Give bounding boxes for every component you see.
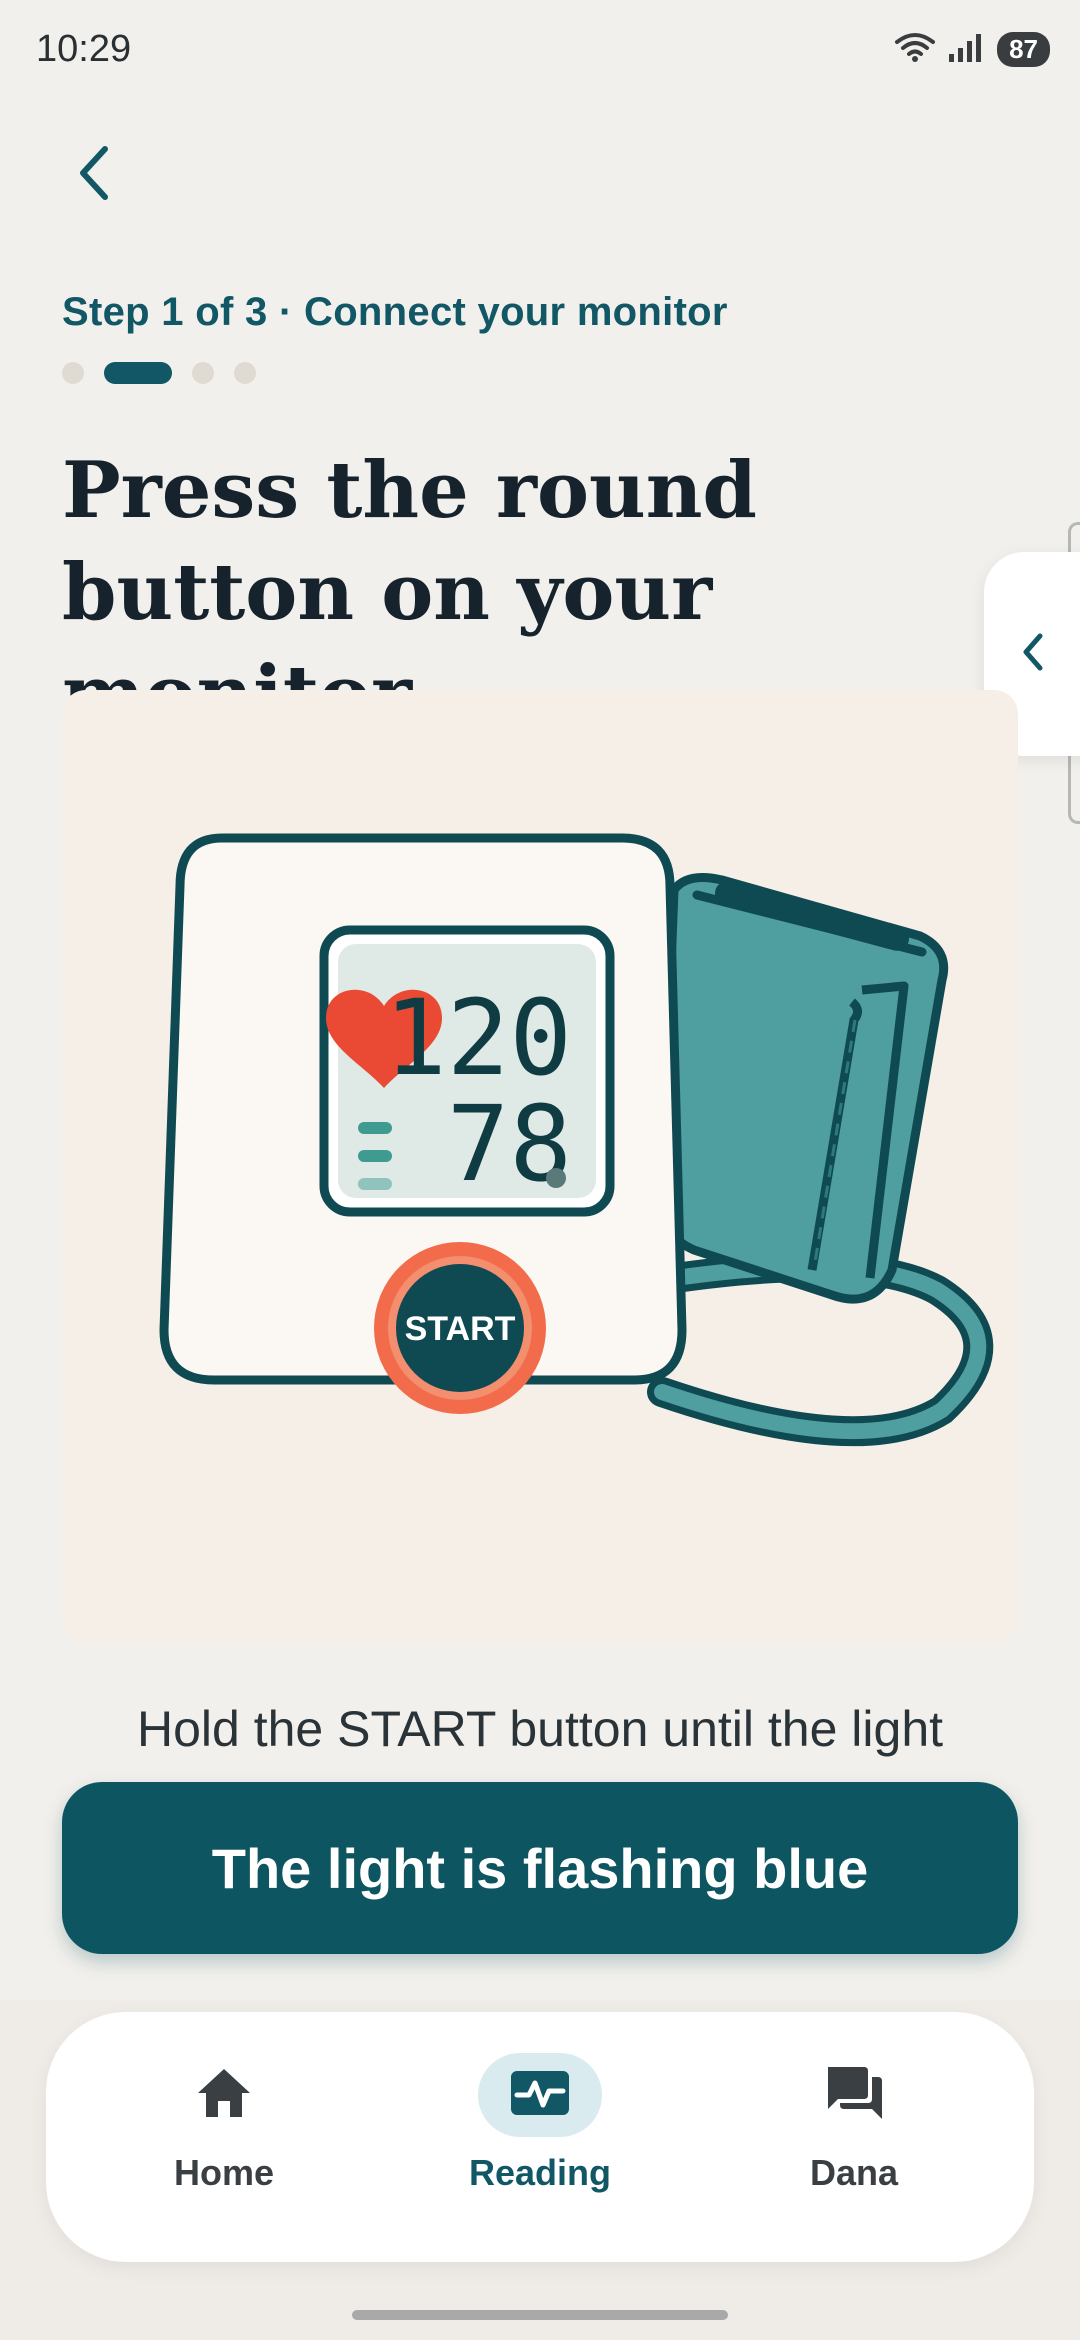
progress-dot [234, 362, 256, 384]
status-icons: 87 [893, 30, 1050, 68]
progress-dot [62, 362, 84, 384]
start-button-label: START [405, 1310, 516, 1348]
home-icon [194, 2065, 254, 2125]
progress-dot [192, 362, 214, 384]
chevron-left-icon [73, 143, 113, 207]
blood-pressure-monitor-illustration: 120 78 START [159, 833, 994, 1447]
back-button[interactable] [58, 140, 128, 210]
chevron-left-icon [1018, 630, 1048, 678]
status-bar: 10:29 87 [0, 0, 1080, 100]
bottom-navigation: Home Reading Dana [46, 2012, 1034, 2262]
progress-dot-active [104, 362, 172, 384]
nav-label-dana: Dana [809, 2152, 899, 2193]
nav-item-dana[interactable]: Dana [754, 2060, 954, 2194]
pulse-icon [509, 2069, 571, 2121]
battery-icon: 87 [997, 31, 1050, 67]
nav-item-reading[interactable]: Reading [440, 2053, 640, 2194]
signal-icon [947, 30, 987, 68]
step-label: Step 1 of 3 · Connect your monitor [62, 290, 728, 334]
instruction-text: Hold the START button until the light [136, 1701, 944, 1757]
nav-active-pill [478, 2053, 602, 2137]
light-flashing-blue-button[interactable]: The light is flashing blue [62, 1782, 1018, 1954]
systolic-reading: 120 [384, 977, 572, 1099]
nav-label-home: Home [173, 2152, 275, 2193]
home-indicator[interactable] [352, 2310, 728, 2320]
chat-icon [822, 2063, 886, 2127]
monitor-illustration-card: 120 78 START [62, 690, 1018, 1642]
nav-item-home[interactable]: Home [124, 2060, 324, 2194]
progress-indicator [62, 362, 256, 384]
nav-label-reading: Reading [468, 2152, 611, 2193]
status-time: 10:29 [36, 28, 132, 70]
wifi-icon [893, 30, 937, 68]
